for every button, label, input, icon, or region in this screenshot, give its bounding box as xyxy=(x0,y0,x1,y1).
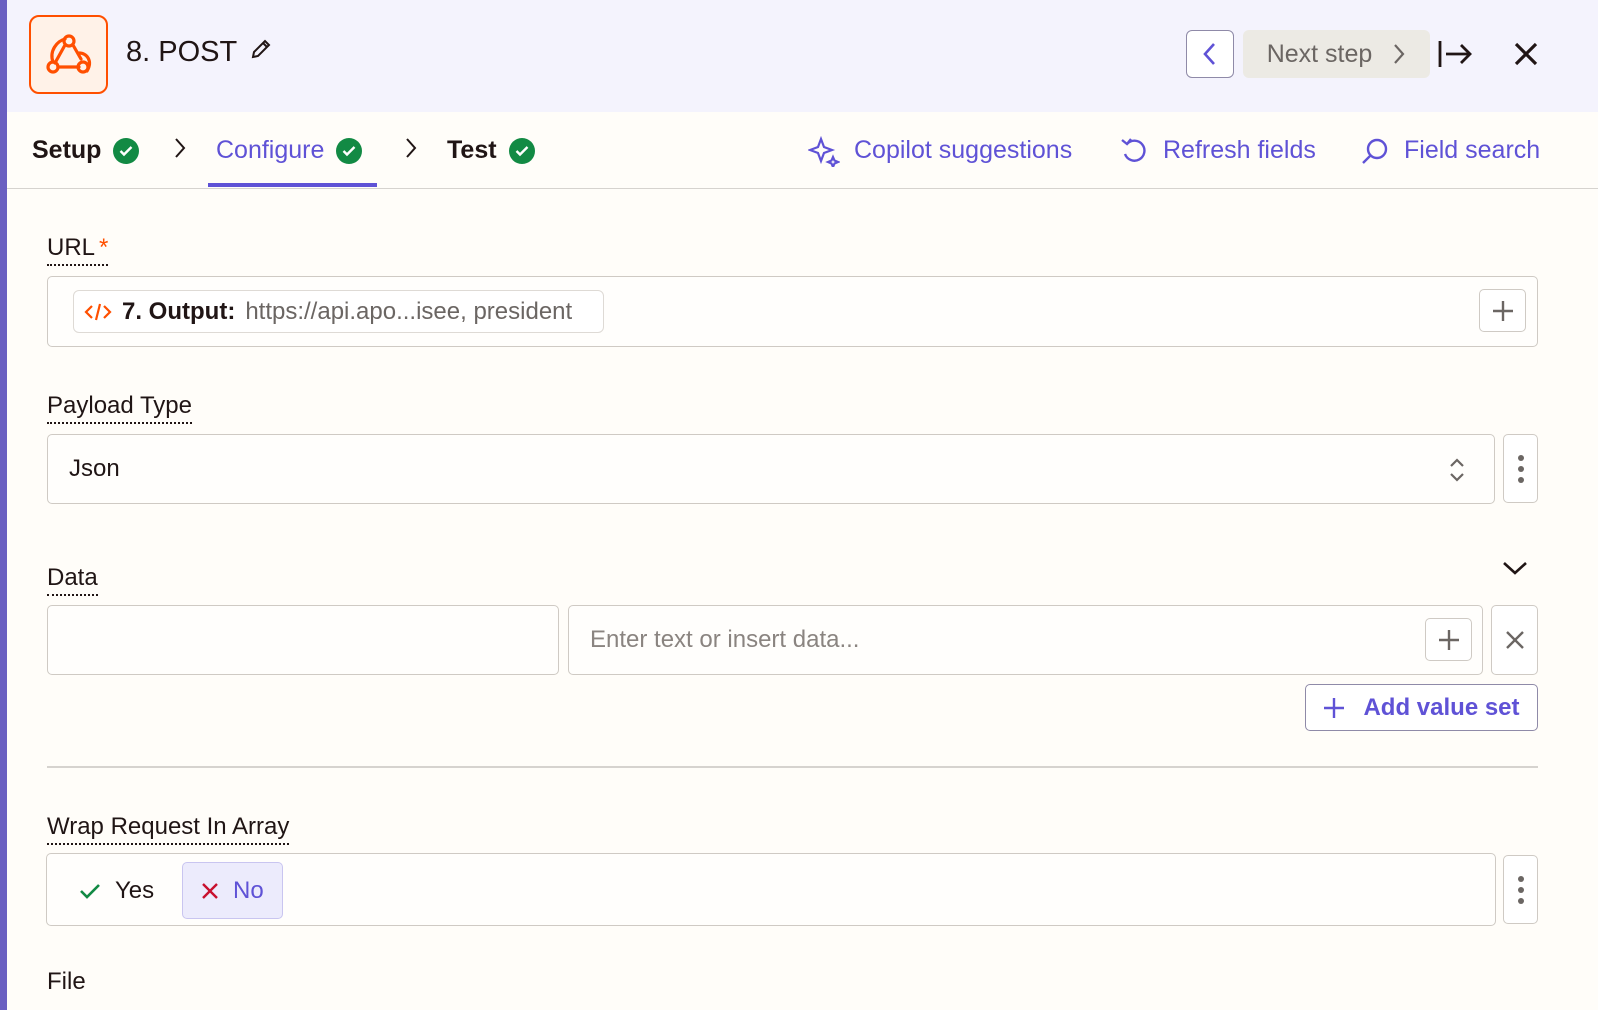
payload-type-select[interactable]: Json xyxy=(47,434,1495,504)
tab-configure[interactable]: Configure xyxy=(216,112,363,189)
active-tab-indicator xyxy=(208,183,377,187)
copilot-suggestions-button[interactable]: Copilot suggestions xyxy=(808,112,1072,189)
previous-step-button[interactable] xyxy=(1186,30,1234,78)
data-value-placeholder: Enter text or insert data... xyxy=(590,626,860,653)
section-divider xyxy=(47,766,1538,768)
check-icon xyxy=(80,883,100,899)
more-dot xyxy=(1517,875,1524,882)
remove-row-button[interactable] xyxy=(1491,605,1538,675)
code-icon xyxy=(84,303,112,320)
more-dot xyxy=(1517,454,1524,461)
field-search-label: Field search xyxy=(1404,136,1541,164)
chevron-right-icon xyxy=(175,138,186,158)
payload-type-label: Payload Type xyxy=(47,392,192,424)
step-title: 8. POST xyxy=(126,36,273,69)
tab-configure-label: Configure xyxy=(216,136,325,164)
more-dot xyxy=(1517,886,1524,893)
chevron-left-icon xyxy=(1203,43,1215,65)
step-header: 8. POST Next step xyxy=(7,0,1598,112)
wrap-request-toggle-group: Yes No xyxy=(46,853,1496,926)
more-dot xyxy=(1517,476,1524,483)
data-pill-value: https://api.apo...isee, president xyxy=(245,297,573,325)
wrap-request-label: Wrap Request In Array xyxy=(47,813,290,845)
sparkle-icon xyxy=(808,135,840,167)
payload-type-more-button[interactable] xyxy=(1503,434,1538,503)
step-tabs: Setup Configure Test Copilot suggestions… xyxy=(7,112,1598,189)
next-step-label: Next step xyxy=(1266,39,1373,68)
yes-toggle[interactable]: Yes xyxy=(61,862,172,919)
yes-label: Yes xyxy=(115,876,155,904)
tab-setup-label: Setup xyxy=(32,136,102,164)
required-marker: * xyxy=(99,234,109,261)
data-pill-key: 7. Output: xyxy=(122,297,236,325)
edit-pencil-icon[interactable] xyxy=(249,36,273,69)
plus-icon xyxy=(1492,300,1513,321)
check-circle-icon xyxy=(508,137,535,164)
left-rail xyxy=(0,0,7,1010)
no-toggle[interactable]: No xyxy=(182,862,283,919)
search-icon xyxy=(1362,138,1388,164)
url-field[interactable]: 7. Output: https://api.apo...isee, presi… xyxy=(47,276,1538,347)
data-key-input[interactable] xyxy=(47,605,559,675)
data-label: Data xyxy=(47,564,98,596)
no-label: No xyxy=(233,876,264,904)
tab-setup[interactable]: Setup xyxy=(32,112,140,189)
add-value-set-button[interactable]: Add value set xyxy=(1305,684,1538,731)
step-title-text: 8. POST xyxy=(126,36,238,68)
tab-test-label: Test xyxy=(447,136,497,164)
chevron-right-icon xyxy=(1394,44,1405,64)
data-value-input[interactable]: Enter text or insert data... xyxy=(568,605,1483,675)
wrap-request-more-button[interactable] xyxy=(1503,855,1538,924)
insert-data-button[interactable] xyxy=(1479,289,1526,332)
payload-type-value: Json xyxy=(69,455,120,482)
webhook-icon xyxy=(29,15,108,94)
close-icon[interactable] xyxy=(1508,36,1544,72)
refresh-fields-button[interactable]: Refresh fields xyxy=(1119,112,1316,189)
plus-icon xyxy=(1438,629,1459,650)
next-step-button[interactable]: Next step xyxy=(1243,30,1430,78)
add-value-set-label: Add value set xyxy=(1363,693,1520,721)
refresh-label: Refresh fields xyxy=(1163,136,1316,164)
url-label-text: URL xyxy=(47,234,96,261)
chevron-down-icon[interactable] xyxy=(1501,558,1529,578)
copilot-label: Copilot suggestions xyxy=(854,136,1073,164)
refresh-icon xyxy=(1121,137,1146,162)
tab-test[interactable]: Test xyxy=(447,112,535,189)
url-data-pill[interactable]: 7. Output: https://api.apo...isee, presi… xyxy=(73,290,604,333)
file-label: File xyxy=(47,968,86,995)
select-updown-icon xyxy=(1450,458,1464,482)
chevron-right-icon xyxy=(406,138,417,158)
more-dot xyxy=(1517,465,1524,472)
more-dot xyxy=(1517,897,1524,904)
check-circle-icon xyxy=(113,137,140,164)
close-icon xyxy=(1505,631,1524,649)
x-icon xyxy=(202,882,218,899)
field-search-button[interactable]: Field search xyxy=(1360,112,1540,189)
url-label: URL * xyxy=(47,234,109,266)
plus-icon xyxy=(1324,697,1345,718)
collapse-panel-icon[interactable] xyxy=(1437,36,1473,72)
check-circle-icon xyxy=(336,137,363,164)
insert-data-button[interactable] xyxy=(1425,618,1472,661)
